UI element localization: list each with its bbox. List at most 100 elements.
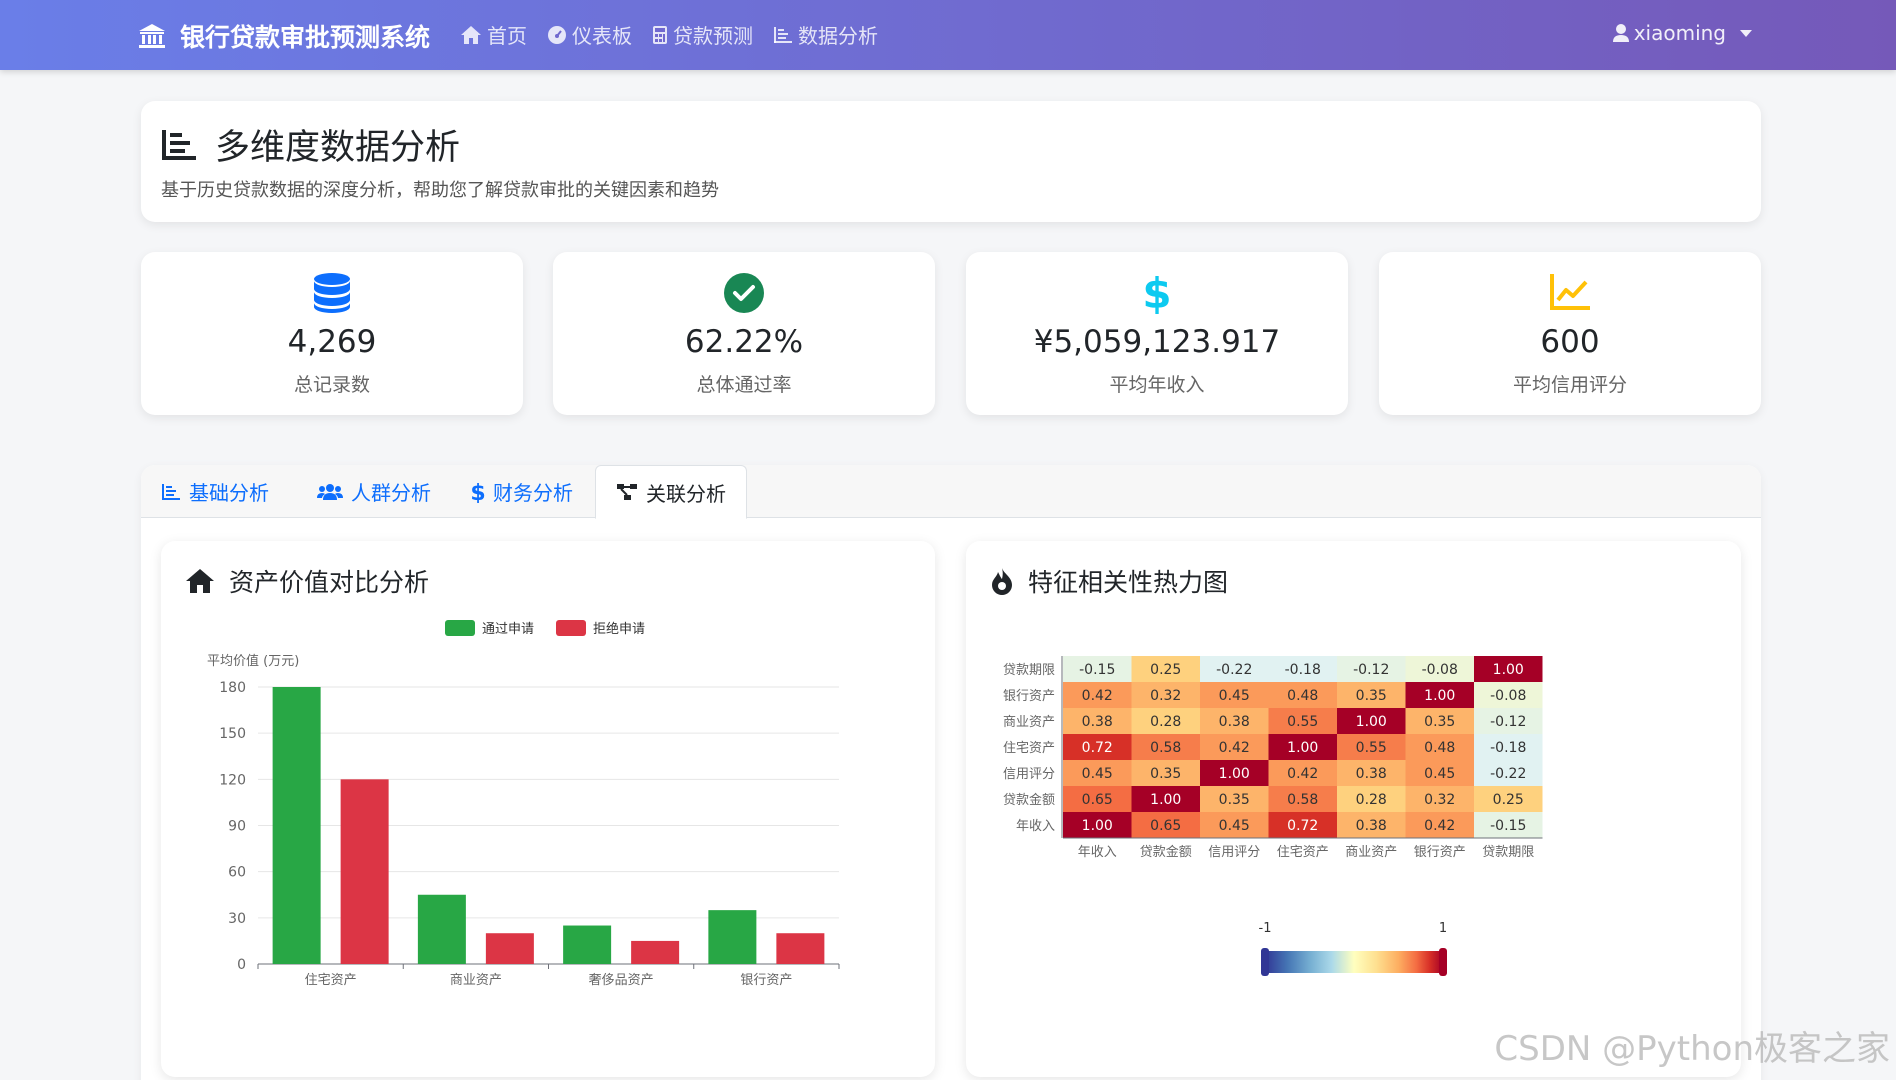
cell-value: 0.55	[1356, 740, 1387, 756]
asset-bar-chart: 通过申请 拒绝申请平均价值 (万元) 0 30 60 90 120 150 180 住宅资产 商业资…	[207, 620, 840, 988]
page-title-text: 多维度数据分析	[215, 128, 461, 168]
cell-value: 0.38	[1356, 818, 1387, 834]
home-icon	[461, 25, 481, 44]
stat-card-total-records: 4,269 总记录数	[141, 252, 523, 415]
y-axis-label: 平均价值 (万元)	[207, 653, 299, 669]
nav-link-label: 仪表板	[572, 24, 632, 48]
database-icon	[314, 273, 350, 313]
bank-icon	[139, 24, 165, 48]
svg-text:$: $	[471, 481, 485, 503]
cell-value: 0.38	[1356, 766, 1387, 782]
tab-label: 财务分析	[493, 481, 573, 505]
cell-value: -0.12	[1353, 662, 1389, 678]
tab-label: 关联分析	[646, 481, 726, 506]
cell-value: 0.55	[1287, 714, 1318, 730]
stat-label: 总体通过率	[696, 374, 792, 396]
cell-value: 0.25	[1493, 792, 1524, 808]
cell-value: -0.12	[1490, 714, 1526, 730]
cell-value: 0.28	[1150, 714, 1181, 730]
cell-value: 0.72	[1082, 740, 1113, 756]
cell-value: 0.48	[1287, 688, 1318, 704]
y-tick-label: 180	[219, 680, 246, 696]
brand[interactable]: 银行贷款审批预测系统	[138, 18, 430, 54]
bar-rejected	[776, 933, 825, 964]
cell-value: 0.65	[1150, 818, 1181, 834]
cell-value: 1.00	[1150, 792, 1181, 808]
y-tick-label: 信用评分	[1003, 767, 1055, 782]
y-tick-label: 年收入	[1016, 819, 1055, 834]
user-menu[interactable]: xiaoming	[1612, 21, 1752, 45]
cell-value: 0.45	[1219, 688, 1250, 704]
tab-population-analysis[interactable]: 人群分析	[297, 465, 451, 518]
nav-link-dashboard[interactable]: 仪表板	[547, 20, 632, 49]
page-title: 多维度数据分析	[161, 119, 460, 170]
cell-value: -0.18	[1285, 662, 1321, 678]
tab-correlation-analysis[interactable]: 关联分析	[595, 465, 747, 519]
stat-value: ¥5,059,123.917	[1033, 324, 1281, 360]
y-tick-label: 60	[228, 865, 246, 881]
tab-financial-analysis[interactable]: $ 财务分析	[451, 465, 593, 518]
bar-rejected	[631, 940, 680, 964]
page-subtitle: 基于历史贷款数据的深度分析，帮助您了解贷款审批的关键因素和趋势	[161, 180, 719, 201]
y-tick-label: 贷款期限	[1003, 663, 1055, 678]
watermark: CSDN @Python极客之家	[1494, 1029, 1890, 1069]
y-tick-label: 30	[228, 911, 246, 927]
cell-value: 1.00	[1493, 662, 1524, 678]
cell-value: 0.25	[1150, 662, 1181, 678]
tab-basic-analysis[interactable]: 基础分析	[141, 465, 289, 518]
cell-value: 0.42	[1219, 740, 1250, 756]
cell-value: 0.58	[1287, 792, 1318, 808]
cell-value: 0.38	[1219, 714, 1250, 730]
x-tick-label: 贷款期限	[1482, 845, 1534, 860]
cell-value: -0.18	[1490, 740, 1526, 756]
cell-value: 0.35	[1219, 792, 1250, 808]
cell-value: 0.65	[1082, 792, 1113, 808]
cell-value: -0.15	[1490, 818, 1526, 834]
legend-label: 通过申请	[482, 622, 534, 637]
nav-link-label: 首页	[487, 24, 527, 48]
y-tick-label: 150	[219, 726, 246, 742]
stat-label: 总记录数	[293, 374, 370, 396]
cell-value: 1.00	[1424, 688, 1455, 704]
cell-value: 1.00	[1082, 818, 1113, 834]
users-icon	[317, 483, 343, 500]
cell-value: 0.45	[1082, 766, 1113, 782]
y-tick-label: 90	[228, 819, 246, 835]
x-tick-label: 银行资产	[1414, 845, 1466, 860]
x-tick-label: 信用评分	[1208, 845, 1260, 860]
bar-chart-icon	[162, 483, 180, 500]
chevron-down-icon	[1740, 29, 1752, 37]
nav-link-home[interactable]: 首页	[460, 20, 527, 49]
bar-approved	[563, 925, 612, 964]
legend-label: 拒绝申请	[593, 621, 645, 637]
nav-link-predict[interactable]: 贷款预测	[652, 20, 753, 49]
bar-approved	[272, 687, 321, 964]
page-header-card: 多维度数据分析 基于历史贷款数据的深度分析，帮助您了解贷款审批的关键因素和趋势	[141, 101, 1761, 222]
x-tick-label: 年收入	[1078, 845, 1117, 860]
cell-value: -0.22	[1216, 662, 1252, 678]
dollar-icon: $	[471, 481, 485, 503]
x-tick-label: 住宅资产	[1277, 845, 1329, 860]
dollar-icon: $	[1143, 272, 1171, 314]
cell-value: 0.38	[1082, 714, 1113, 730]
cell-value: -0.15	[1079, 662, 1115, 678]
x-tick-label: 商业资产	[1345, 845, 1397, 860]
x-tick-label: 银行资产	[740, 973, 792, 988]
svg-text:$: $	[1143, 272, 1171, 314]
x-tick-label: 住宅资产	[305, 973, 357, 988]
chart-legend: 通过申请 拒绝申请	[445, 620, 645, 637]
tab-bar: 基础分析 人群分析 $ 财务分析 关联分析	[141, 465, 1761, 519]
stat-label: 平均信用评分	[1512, 374, 1627, 396]
asset-comparison-card: 资产价值对比分析 通过申请 拒绝申请 平均价值 (万元) 0 30 60 90 120 150 1…	[161, 541, 935, 1077]
cell-value: -0.22	[1490, 766, 1526, 782]
cell-value: 0.45	[1424, 766, 1455, 782]
nav-link-analysis[interactable]: 数据分析	[773, 20, 878, 49]
cell-value: 0.32	[1150, 688, 1181, 704]
chart-icon	[774, 26, 792, 43]
visual-map-handle-max	[1439, 948, 1447, 976]
nav-link-label: 数据分析	[798, 24, 878, 48]
sitemap-icon	[617, 484, 637, 500]
stat-card-avg-credit: 600 平均信用评分	[1379, 252, 1761, 415]
correlation-heatmap-card: 特征相关性热力图 1.00 0.65 0.45 0.72 0.38 0.42 -0.15 0.…	[966, 541, 1741, 1077]
x-tick-label: 商业资产	[450, 973, 502, 988]
